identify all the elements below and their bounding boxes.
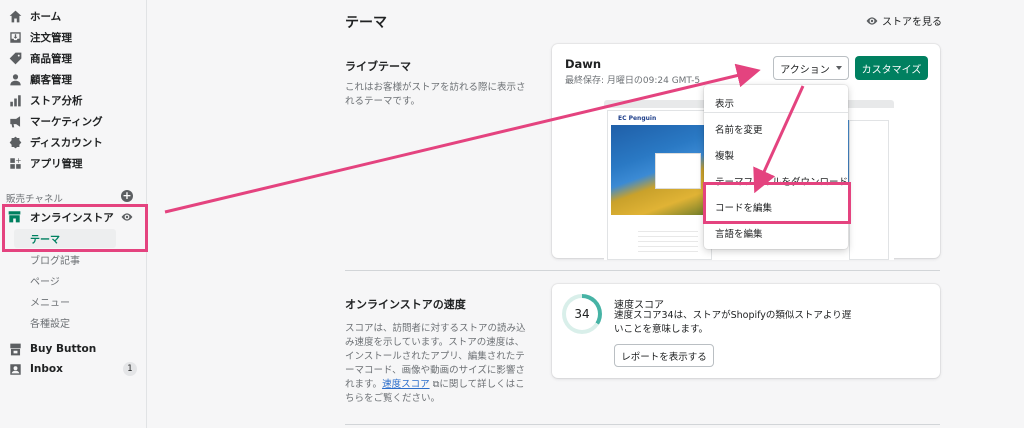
actions-dropdown: 表示 名前を変更 複製 テーマファイルをダウンロード コードを編集 言語を編集 <box>704 85 848 249</box>
live-theme-description: これはお客様がストアを訪れる際に表示されるテーマです。 <box>345 82 526 107</box>
preview-text-lines <box>638 231 698 253</box>
sidebar-item-label: 商品管理 <box>30 52 72 65</box>
person-icon <box>8 72 22 86</box>
view-store-label: ストアを見る <box>882 17 942 28</box>
menu-item-edit-languages[interactable]: 言語を編集 <box>715 226 763 240</box>
external-link-icon: ⧉ <box>429 379 440 390</box>
sidebar-item-customers[interactable]: 顧客管理 <box>8 69 72 89</box>
sidebar-item-label: ディスカウント <box>30 136 103 149</box>
sidebar-item-home[interactable]: ホーム <box>8 6 61 26</box>
speed-gauge: 34 <box>562 294 602 334</box>
speed-section-title: オンラインストアの速度 <box>345 298 466 311</box>
bar-chart-icon <box>8 93 22 107</box>
customize-button[interactable]: カスタマイズ <box>855 56 928 80</box>
sidebar-item-label: ホーム <box>30 10 62 23</box>
speed-section-description: スコアは、訪問者に対するストアの読み込み速度を示しています。ストアの速度は、イン… <box>345 322 530 406</box>
sidebar-item-buy-button[interactable]: Buy Button <box>8 339 96 359</box>
sidebar-sub-settings[interactable]: 各種設定 <box>30 313 70 331</box>
sidebar-sub-blog[interactable]: ブログ記事 <box>30 250 80 268</box>
speed-score-link[interactable]: 速度スコア <box>382 379 430 390</box>
home-icon <box>8 9 22 23</box>
sidebar-item-label: 注文管理 <box>30 31 72 44</box>
actions-button[interactable]: アクション <box>773 56 849 80</box>
apps-icon <box>8 156 22 170</box>
section-divider <box>345 270 940 271</box>
preview-mobile-frame: EC Penguin <box>607 110 712 260</box>
live-theme-title: ライブテーマ <box>345 60 411 73</box>
menu-item-duplicate[interactable]: 複製 <box>715 148 734 162</box>
orders-icon <box>8 30 22 44</box>
sidebar-sub-menu[interactable]: メニュー <box>30 292 70 310</box>
sidebar-sub-pages[interactable]: ページ <box>30 271 60 289</box>
caret-down-icon <box>835 66 842 70</box>
sidebar-item-discounts[interactable]: ディスカウント <box>8 132 103 152</box>
add-channel-icon[interactable]: + <box>121 190 133 202</box>
theme-name: Dawn <box>565 57 602 71</box>
speed-score-value: 34 <box>566 298 598 330</box>
menu-item-view[interactable]: 表示 <box>715 96 734 110</box>
preview-hero-box <box>655 153 701 189</box>
speed-score-description: 速度スコア34は、ストアがShopifyの類似ストアより遅いことを意味します。 <box>614 310 852 335</box>
preview-logo: EC Penguin <box>618 115 657 122</box>
view-report-button[interactable]: レポートを表示する <box>614 344 714 367</box>
sidebar-item-label: Inbox <box>30 363 63 375</box>
tag-icon <box>8 51 22 65</box>
megaphone-icon <box>8 114 22 128</box>
sidebar-item-label: 顧客管理 <box>30 73 72 86</box>
inbox-count-badge: 1 <box>123 362 137 376</box>
sidebar-item-label: Buy Button <box>30 343 97 355</box>
preview-side-frame <box>849 120 889 260</box>
sidebar-item-apps[interactable]: アプリ管理 <box>8 153 83 173</box>
sidebar-item-label: ストア分析 <box>30 94 83 107</box>
theme-last-saved: 最終保存: 月曜日の09:24 GMT-5 <box>565 76 701 86</box>
view-store-link[interactable]: ストアを見る <box>866 13 942 28</box>
buy-button-icon <box>8 342 22 356</box>
sales-channels-label: 販売チャネル <box>6 194 63 205</box>
sidebar-item-analytics[interactable]: ストア分析 <box>8 90 83 110</box>
page-title: テーマ <box>345 15 387 31</box>
sidebar-item-label: マーケティング <box>30 115 103 128</box>
discount-icon <box>8 135 22 149</box>
highlight-edit-code <box>703 182 851 224</box>
sidebar-item-products[interactable]: 商品管理 <box>8 48 72 68</box>
inbox-icon <box>8 362 22 376</box>
sidebar-item-orders[interactable]: 注文管理 <box>8 27 72 47</box>
menu-divider <box>704 112 848 113</box>
section-divider <box>345 424 940 425</box>
actions-label: アクション <box>780 64 830 76</box>
sidebar-item-marketing[interactable]: マーケティング <box>8 111 103 131</box>
eye-icon <box>866 16 878 25</box>
sidebar-item-label: アプリ管理 <box>30 157 83 170</box>
highlight-online-store <box>2 204 148 252</box>
menu-item-rename[interactable]: 名前を変更 <box>715 122 763 136</box>
sidebar-item-inbox[interactable]: Inbox <box>8 359 63 379</box>
